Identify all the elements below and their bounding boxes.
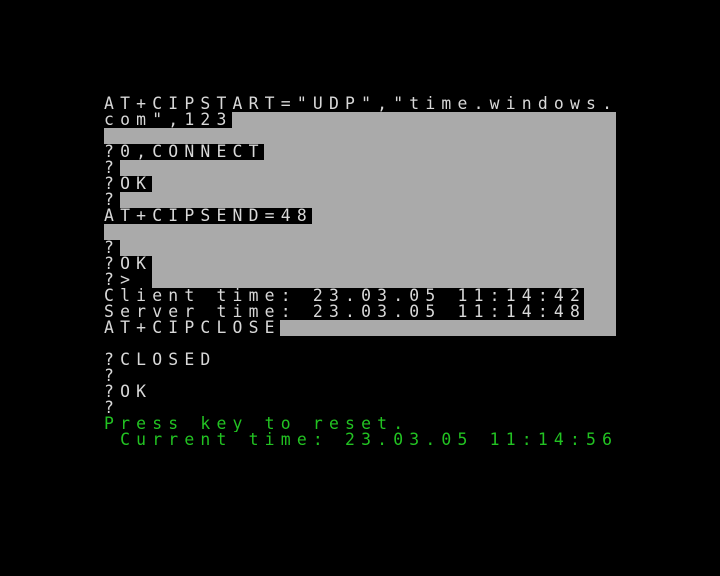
terminal-line: ? — [104, 192, 121, 208]
terminal-line: AT+CIPCLOSE — [104, 320, 281, 336]
highlight-bar — [584, 304, 616, 320]
reset-prompt: Press key to reset. — [104, 416, 410, 432]
terminal-line: ?OK — [104, 176, 153, 192]
terminal-screen: AT+CIPSTART="UDP","time.windows. com",12… — [0, 0, 720, 576]
terminal-line: ?CLOSED — [104, 352, 217, 368]
highlight-bar — [104, 128, 616, 144]
highlight-bar — [152, 256, 616, 272]
client-time-line: Client time: 23.03.05 11:14:42 — [104, 288, 587, 304]
terminal-line: AT+CIPSTART="UDP","time.windows. — [104, 96, 619, 112]
terminal-line: ? — [104, 400, 121, 416]
terminal-line: ? — [104, 240, 121, 256]
highlight-bar — [152, 176, 616, 192]
terminal-line: com",123 — [104, 112, 233, 128]
highlight-bar — [280, 320, 616, 336]
highlight-bar — [584, 288, 616, 304]
highlight-bar — [120, 160, 616, 176]
highlight-bar — [232, 112, 616, 128]
terminal-line: ? — [104, 368, 121, 384]
terminal-line: ? — [104, 160, 121, 176]
terminal-line: ?OK — [104, 384, 153, 400]
highlight-bar — [264, 144, 616, 160]
current-time-line: Current time: 23.03.05 11:14:56 — [104, 432, 619, 448]
highlight-bar — [104, 224, 616, 240]
highlight-bar — [120, 240, 616, 256]
terminal-line: AT+CIPSEND=48 — [104, 208, 313, 224]
highlight-bar — [120, 192, 616, 208]
terminal-line: ?> — [104, 272, 137, 288]
terminal-line: ?OK — [104, 256, 153, 272]
highlight-bar — [152, 272, 616, 288]
terminal-line: ?0,CONNECT — [104, 144, 265, 160]
server-time-line: Server time: 23.03.05 11:14:48 — [104, 304, 587, 320]
highlight-bar — [312, 208, 616, 224]
